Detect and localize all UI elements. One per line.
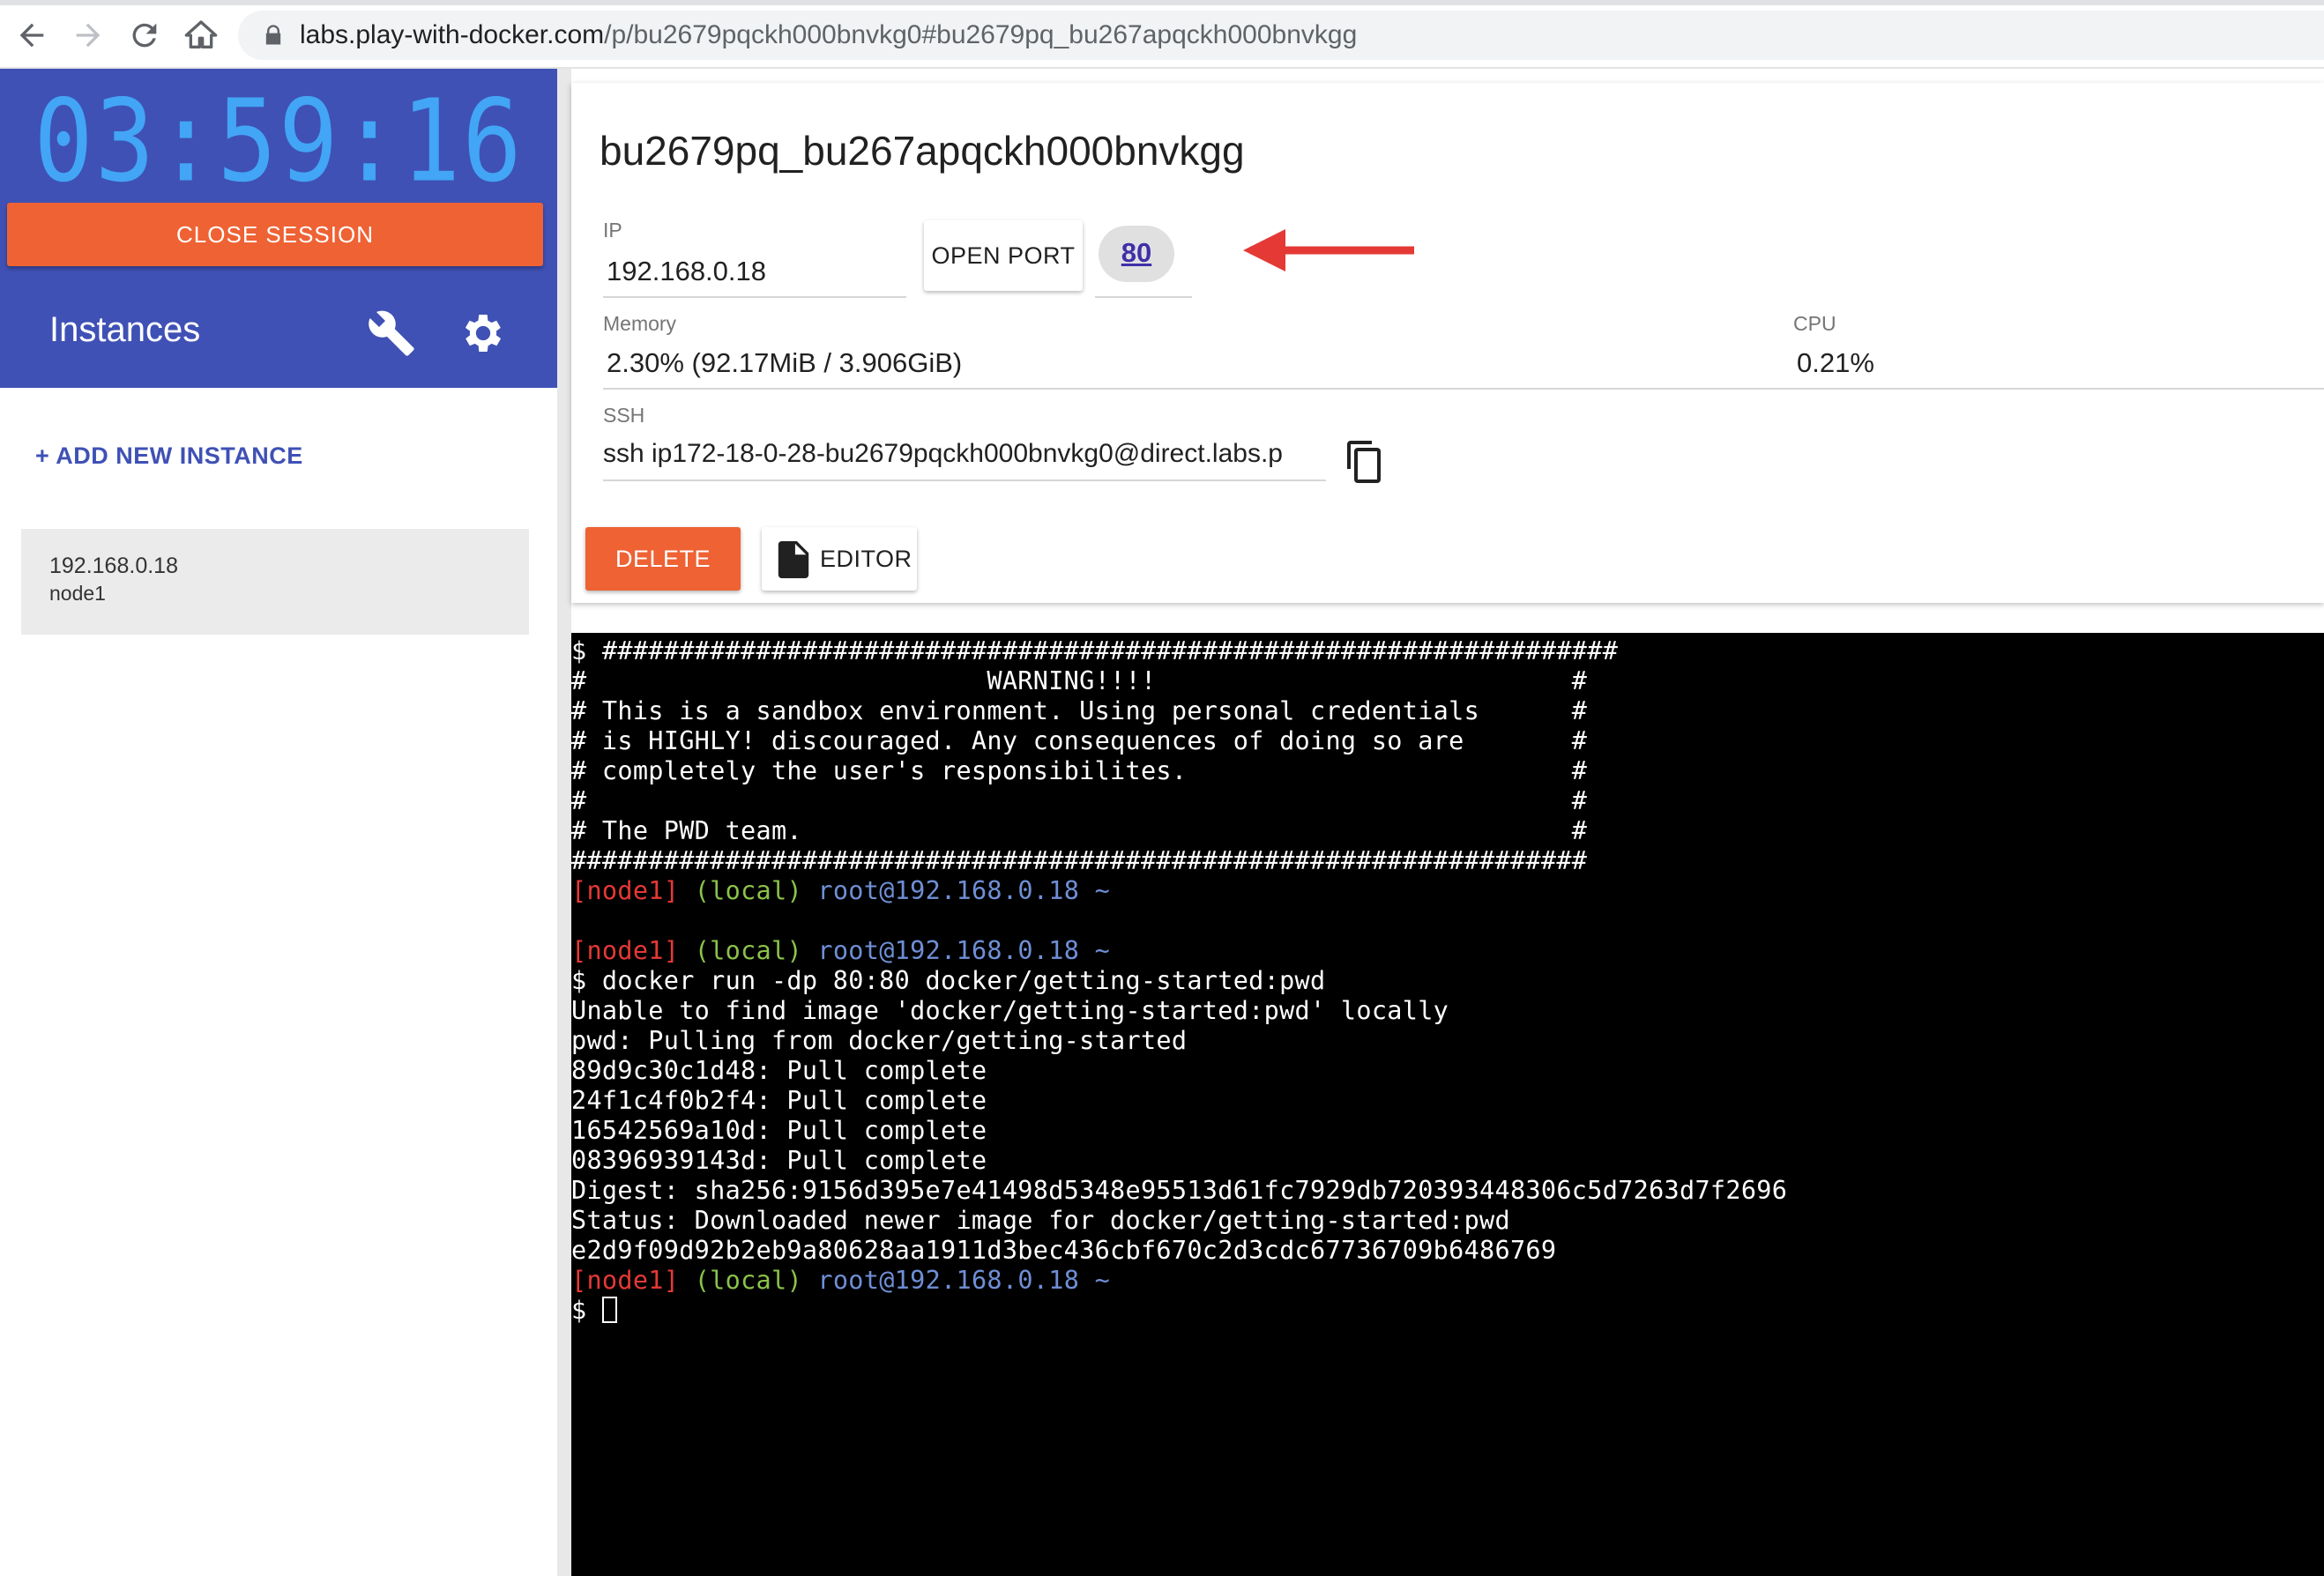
instance-ip: 192.168.0.18: [49, 554, 178, 578]
sidebar-header: 03:59:16 CLOSE SESSION Instances: [0, 69, 557, 388]
terminal-line: 08396939143d: Pull complete: [571, 1146, 987, 1175]
terminal-input-line[interactable]: $: [571, 1296, 2324, 1326]
gear-icon[interactable]: [458, 309, 508, 358]
lock-icon[interactable]: [261, 23, 286, 48]
ip-label: IP: [603, 219, 622, 242]
memory-value[interactable]: 2.30% (92.17MiB / 3.906GiB): [607, 347, 962, 379]
terminal-line: # completely the user's responsibilites.…: [571, 756, 1588, 785]
add-new-instance-button[interactable]: + ADD NEW INSTANCE: [35, 442, 303, 470]
editor-button[interactable]: EDITOR: [762, 527, 917, 591]
back-arrow-icon[interactable]: [14, 18, 49, 53]
browser-toolbar: labs.play-with-docker.com/p/bu2679pqckh0…: [0, 0, 2324, 69]
delete-button[interactable]: DELETE: [585, 527, 741, 591]
terminal-line: # The PWD team. #: [571, 816, 1588, 845]
terminal-line: 89d9c30c1d48: Pull complete: [571, 1056, 987, 1085]
terminal-line: Status: Downloaded newer image for docke…: [571, 1206, 1510, 1235]
terminal-line: Digest: sha256:9156d395e7e41498d5348e955…: [571, 1176, 1788, 1205]
url-text: labs.play-with-docker.com/p/bu2679pqckh0…: [300, 20, 1358, 49]
terminal-line: 24f1c4f0b2f4: Pull complete: [571, 1086, 987, 1115]
close-session-button[interactable]: CLOSE SESSION: [7, 203, 543, 266]
terminal-prompt: [node1] (local) root@192.168.0.18 ~: [571, 876, 1111, 905]
tab-strip-edge: [0, 0, 2324, 5]
terminal-prompt: [node1] (local) root@192.168.0.18 ~: [571, 936, 1111, 965]
copy-icon[interactable]: [1344, 439, 1386, 485]
terminal-line: # #: [571, 786, 1588, 815]
ssh-underline: [603, 479, 1326, 481]
cpu-value[interactable]: 0.21%: [1797, 347, 1874, 379]
open-port-button[interactable]: OPEN PORT: [924, 220, 1083, 291]
ip-underline: [603, 296, 906, 298]
terminal-line: $ docker run -dp 80:80 docker/getting-st…: [571, 966, 1326, 995]
instance-details-card: bu2679pq_bu267apqckh000bnvkgg IP 192.168…: [571, 83, 2324, 603]
file-icon: [778, 541, 809, 578]
terminal-line: pwd: Pulling from docker/getting-started: [571, 1026, 1188, 1055]
memory-underline: [603, 388, 1816, 390]
wrench-icon[interactable]: [367, 309, 416, 358]
terminal-prompt: [node1] (local) root@192.168.0.18 ~: [571, 1266, 1111, 1295]
instances-title: Instances: [49, 310, 201, 349]
port-80-link[interactable]: 80: [1099, 226, 1174, 282]
terminal-line: # This is a sandbox environment. Using p…: [571, 696, 1588, 725]
terminal-cursor: [601, 1297, 617, 1323]
terminal-line: # is HIGHLY! discouraged. Any consequenc…: [571, 726, 1588, 755]
instance-hostname: bu2679pq_bu267apqckh000bnvkgg: [600, 128, 1245, 174]
annotation-arrow-icon: [1243, 229, 1414, 271]
reload-icon[interactable]: [127, 18, 162, 53]
ip-value[interactable]: 192.168.0.18: [607, 256, 766, 287]
session-timer: 03:59:16: [34, 76, 524, 208]
terminal[interactable]: $ ######################################…: [571, 633, 2324, 1576]
instance-name: node1: [49, 582, 106, 605]
forward-arrow-icon[interactable]: [71, 18, 106, 53]
memory-label: Memory: [603, 312, 677, 335]
terminal-line: Unable to find image 'docker/getting-sta…: [571, 996, 1449, 1025]
port-underline: [1095, 296, 1192, 298]
editor-button-label: EDITOR: [820, 545, 912, 572]
cpu-label: CPU: [1793, 312, 1836, 335]
cpu-underline: [1793, 388, 2324, 390]
address-bar[interactable]: labs.play-with-docker.com/p/bu2679pqckh0…: [238, 11, 2324, 60]
terminal-line: $ ######################################…: [571, 636, 1619, 665]
instance-list-item[interactable]: 192.168.0.18 node1: [21, 529, 529, 635]
terminal-line: # WARNING!!!! #: [571, 666, 1588, 695]
ssh-label: SSH: [603, 404, 645, 427]
terminal-line: ########################################…: [571, 846, 1588, 875]
ssh-value[interactable]: ssh ip172-18-0-28-bu2679pqckh000bnvkg0@d…: [603, 439, 1326, 469]
sidebar: 03:59:16 CLOSE SESSION Instances + ADD N…: [0, 69, 557, 1576]
terminal-line: 16542569a10d: Pull complete: [571, 1116, 987, 1145]
sidebar-divider: [557, 69, 571, 1576]
terminal-line: e2d9f09d92b2eb9a80628aa1911d3bec436cbf67…: [571, 1236, 1557, 1265]
home-icon[interactable]: [183, 18, 219, 53]
